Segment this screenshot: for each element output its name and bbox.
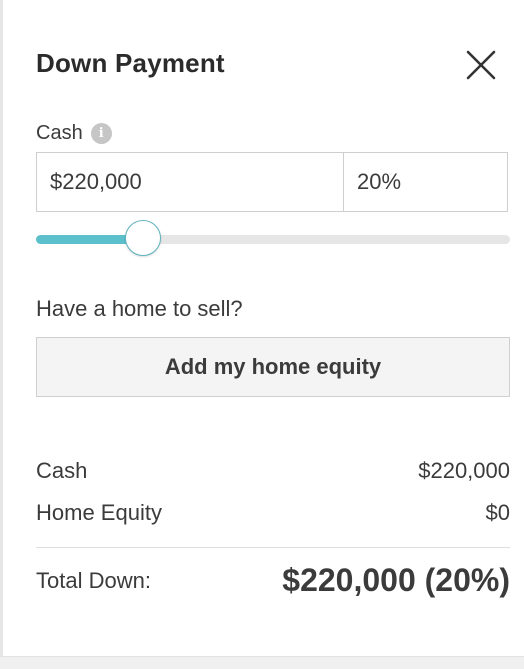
close-icon	[466, 50, 496, 80]
cash-amount-input[interactable]	[37, 153, 344, 211]
close-button[interactable]	[463, 47, 499, 83]
slider-thumb[interactable]	[125, 220, 161, 256]
home-to-sell-question: Have a home to sell?	[36, 296, 243, 321]
summary-equity-value: $0	[485, 500, 510, 525]
summary-equity-label: Home Equity	[36, 500, 162, 525]
total-down-row: Total Down: $220,000 (20%)	[36, 562, 510, 599]
cash-input-group	[36, 152, 508, 212]
total-down-label: Total Down:	[36, 567, 151, 593]
summary-divider	[36, 547, 510, 548]
down-payment-panel: Down Payment Cash i Have a home to sell?…	[0, 0, 524, 668]
cash-label: Cash	[36, 122, 83, 144]
info-icon[interactable]: i	[90, 123, 112, 144]
summary-cash-row: Cash $220,000	[36, 458, 510, 484]
add-home-equity-button[interactable]: Add my home equity	[36, 337, 510, 397]
total-down-value: $220,000 (20%)	[282, 562, 510, 598]
panel-title: Down Payment	[36, 48, 225, 78]
summary-cash-value: $220,000	[418, 458, 510, 483]
cash-label-row: Cash i	[36, 122, 112, 145]
summary-cash-label: Cash	[36, 458, 88, 483]
summary-equity-row: Home Equity $0	[36, 500, 510, 526]
cash-percent-input[interactable]	[344, 153, 507, 211]
down-payment-slider[interactable]	[36, 220, 510, 260]
panel-footer-edge	[0, 656, 524, 669]
